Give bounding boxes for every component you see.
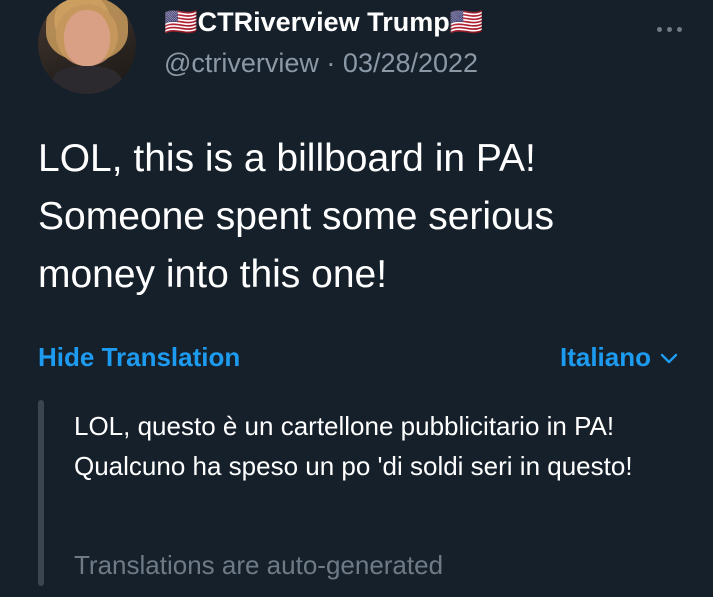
avatar-face bbox=[64, 10, 110, 66]
translation-note: Translations are auto-generated bbox=[74, 550, 444, 580]
user-handle[interactable]: @ctriverview bbox=[164, 48, 319, 78]
separator-dot: · bbox=[318, 48, 343, 78]
dot bbox=[667, 27, 672, 32]
dot bbox=[677, 27, 682, 32]
language-label: Italiano bbox=[559, 342, 651, 372]
more-options-icon[interactable] bbox=[655, 24, 685, 34]
tweet-view: 🇺🇸CTRiverview Trump🇺🇸 @ctriverview · 03/… bbox=[0, 0, 713, 597]
dot bbox=[657, 27, 662, 32]
quote-bar bbox=[38, 400, 44, 586]
translation-block: LOL, questo è un cartellone pubblicitari… bbox=[38, 400, 678, 586]
avatar-shirt bbox=[52, 66, 122, 94]
translation-text: LOL, questo è un cartellone pubblicitari… bbox=[74, 411, 633, 481]
chevron-down-icon bbox=[659, 351, 679, 365]
tweet-date[interactable]: 03/28/2022 bbox=[343, 48, 478, 78]
handle-date-line: @ctriverview · 03/28/2022 bbox=[164, 48, 478, 79]
hide-translation-link[interactable]: Hide Translation bbox=[38, 342, 240, 373]
language-select[interactable]: Italiano bbox=[560, 342, 679, 373]
display-name[interactable]: 🇺🇸CTRiverview Trump🇺🇸 bbox=[164, 6, 483, 38]
avatar[interactable] bbox=[38, 0, 136, 94]
tweet-text: LOL, this is a billboard in PA! Someone … bbox=[38, 137, 554, 296]
